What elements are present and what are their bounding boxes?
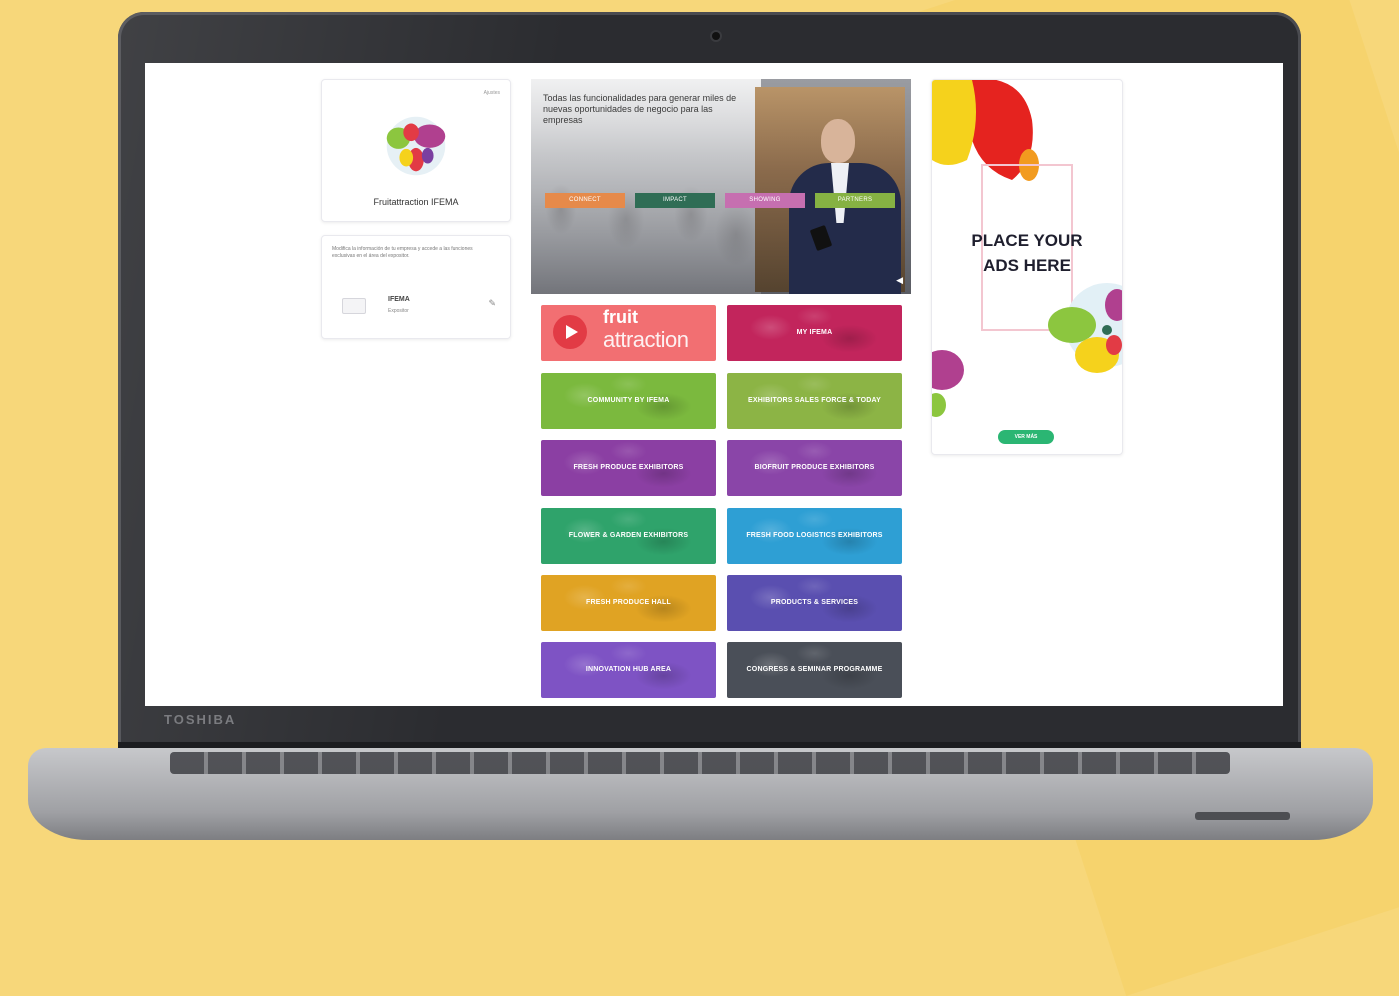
- tile-label: PRODUCTS & SERVICES: [770, 599, 859, 606]
- main-feed: Todas las funcionalidades para generar m…: [531, 79, 911, 706]
- tile-label: MY IFEMA: [796, 329, 833, 336]
- tile-exhibitors-sales[interactable]: EXHIBITORS SALES FORCE & TODAY: [727, 373, 902, 429]
- usb-port: [1195, 812, 1290, 820]
- laptop-screen: Ajustes Fruitattraction IFEMA Modifica l…: [145, 63, 1283, 706]
- ad-banner[interactable]: PLACE YOUR ADS HERE VER MÁS: [931, 79, 1123, 455]
- tile-products-services[interactable]: PRODUCTS & SERVICES: [727, 575, 902, 631]
- edit-icon[interactable]: ✎: [488, 298, 496, 309]
- fruitattraction-logo-icon: [386, 116, 446, 176]
- tile-my-ifema[interactable]: MY IFEMA: [727, 305, 902, 361]
- showing-button[interactable]: SHOWING: [725, 193, 805, 208]
- company-card: Modifica la información de tu empresa y …: [321, 235, 511, 339]
- profile-name: Fruitattraction IFEMA: [373, 197, 459, 207]
- tile-fresh-produce[interactable]: FRESH PRODUCE EXHIBITORS: [541, 440, 716, 496]
- tile-label: BIOFRUIT PRODUCE EXHIBITORS: [754, 464, 875, 471]
- hero-banner: Todas las funcionalidades para generar m…: [531, 79, 911, 294]
- ad-title: PLACE YOUR ADS HERE: [932, 228, 1122, 278]
- tile-label: FRESH FOOD LOGISTICS EXHIBITORS: [746, 532, 883, 539]
- tile-label: CONGRESS & SEMINAR PROGRAMME: [746, 666, 883, 673]
- tile-label: FRESH PRODUCE EXHIBITORS: [573, 464, 684, 471]
- tile-congress-seminar[interactable]: CONGRESS & SEMINAR PROGRAMME: [727, 642, 902, 698]
- tile-innovation-hub[interactable]: INNOVATION HUB AREA: [541, 642, 716, 698]
- keyboard-edge: [170, 752, 1230, 774]
- profile-card: Ajustes Fruitattraction IFEMA: [321, 79, 511, 222]
- tile-flower-garden[interactable]: FLOWER & GARDEN EXHIBITORS: [541, 508, 716, 564]
- tile-label: COMMUNITY BY IFEMA: [587, 397, 670, 404]
- webcam-icon: [712, 32, 720, 40]
- ad-cta-button[interactable]: VER MÁS: [998, 430, 1054, 444]
- fruit-attraction-logo-text-2: attraction: [603, 327, 689, 352]
- tile-fresh-produce-hall[interactable]: FRESH PRODUCE HALL: [541, 575, 716, 631]
- impact-button[interactable]: IMPACT: [635, 193, 715, 208]
- fruit-attraction-logo-text: fruit: [603, 307, 638, 327]
- tile-biofruit[interactable]: BIOFRUIT PRODUCE EXHIBITORS: [727, 440, 902, 496]
- connect-button[interactable]: CONNECT: [545, 193, 625, 208]
- tile-label: INNOVATION HUB AREA: [585, 666, 672, 673]
- tile-fruit-attraction[interactable]: fruit attraction: [541, 305, 716, 361]
- hero-text: Todas las funcionalidades para generar m…: [543, 93, 737, 125]
- hero-person-head: [821, 119, 855, 163]
- tile-label: FRESH PRODUCE HALL: [586, 599, 671, 606]
- tile-label: EXHIBITORS SALES FORCE & TODAY: [747, 397, 882, 404]
- company-role: Expositor: [388, 308, 409, 314]
- play-icon: [553, 315, 587, 349]
- tile-fresh-food-logistics[interactable]: FRESH FOOD LOGISTICS EXHIBITORS: [727, 508, 902, 564]
- tile-label: FLOWER & GARDEN EXHIBITORS: [568, 532, 689, 539]
- ad-title-line-2: ADS HERE: [983, 256, 1071, 275]
- tile-community[interactable]: COMMUNITY BY IFEMA: [541, 373, 716, 429]
- ad-title-line-1: PLACE YOUR: [971, 231, 1083, 250]
- laptop-brand: TOSHIBA: [164, 712, 237, 727]
- company-row[interactable]: IFEMA Expositor ✎: [336, 294, 500, 320]
- profile-settings-link[interactable]: Ajustes: [484, 90, 500, 96]
- company-logo-icon: [342, 298, 366, 314]
- mute-icon[interactable]: ◀︎: [896, 275, 903, 286]
- company-note: Modifica la información de tu empresa y …: [332, 246, 473, 259]
- partners-button[interactable]: PARTNERS: [815, 193, 895, 208]
- company-name: IFEMA: [388, 296, 410, 303]
